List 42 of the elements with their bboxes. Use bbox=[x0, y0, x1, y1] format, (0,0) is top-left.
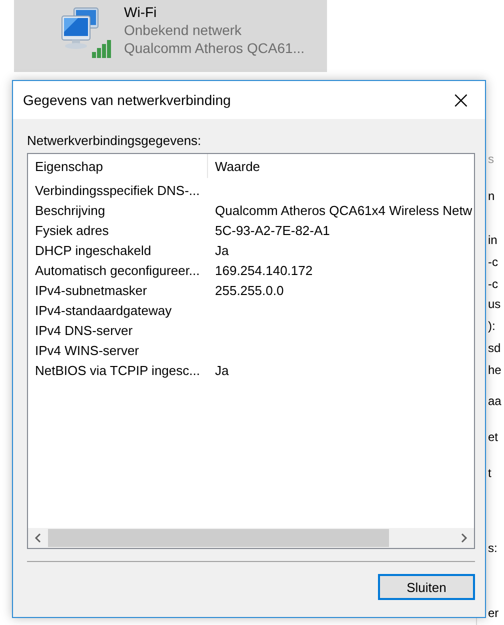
property-cell-text: Fysiek adres bbox=[34, 222, 110, 238]
window-text: in bbox=[487, 233, 498, 249]
value-cell-text: 169.254.140.172 bbox=[214, 262, 314, 278]
scrollbar-thumb[interactable] bbox=[48, 529, 390, 547]
window-text: he bbox=[487, 363, 502, 379]
window-text: t bbox=[487, 466, 492, 482]
window-text: s bbox=[487, 152, 495, 168]
window-text: ): bbox=[487, 319, 496, 335]
section-label: Netwerkverbindingsgegevens: bbox=[27, 133, 202, 148]
value-cell-text: 5C-93-A2-7E-82-A1 bbox=[214, 222, 331, 238]
window-text: sd bbox=[487, 341, 502, 357]
close-dialog-button[interactable]: Sluiten bbox=[378, 574, 475, 600]
close-button[interactable]: × bbox=[446, 88, 475, 112]
column-header[interactable]: Eigenschap bbox=[28, 154, 208, 178]
network-status: Onbekend netwerk bbox=[124, 22, 243, 38]
property-cell-text: Beschrijving bbox=[34, 202, 106, 218]
value-cell-text: Ja bbox=[214, 362, 230, 378]
property-cell-text: NetBIOS via TCPIP ingesc... bbox=[34, 362, 201, 378]
window-text: er bbox=[487, 606, 500, 622]
value-cell-text: 255.255.0.0 bbox=[214, 282, 285, 298]
property-cell-text: IPv4 WINS-server bbox=[34, 342, 140, 358]
value-cell-text: Ja bbox=[214, 242, 230, 258]
property-cell-text: IPv4-subnetmasker bbox=[34, 282, 148, 298]
property-cell-text: Verbindingsspecifiek DNS-... bbox=[34, 182, 201, 198]
network-tile[interactable]: Wi-Fi Onbekend netwerk Qualcomm Atheros QCA61... bbox=[14, 0, 327, 72]
window-text: s: bbox=[487, 541, 498, 557]
property-cell-text: IPv4-standaardgateway bbox=[34, 302, 173, 318]
property-cell-text: IPv4 DNS-server bbox=[34, 322, 134, 338]
window-text: us bbox=[487, 297, 502, 313]
property-cell-text: DHCP ingeschakeld bbox=[34, 242, 152, 258]
property-cell-text: Automatisch geconfigureer... bbox=[34, 262, 201, 278]
window-text: et bbox=[487, 430, 500, 446]
window-text: -c bbox=[487, 277, 499, 293]
value-cell-text: Qualcomm Atheros QCA61x4 Wireless Netw bbox=[214, 202, 474, 218]
horizontal-scrollbar[interactable] bbox=[28, 528, 474, 548]
window-text: n bbox=[487, 189, 496, 205]
window-text: -c bbox=[487, 255, 499, 271]
network-adapter: Qualcomm Atheros QCA61... bbox=[124, 40, 305, 56]
window-title: Gegevens van netwerkverbinding bbox=[23, 92, 231, 108]
column-header[interactable]: Waarde bbox=[208, 154, 474, 178]
window-text: aa bbox=[487, 394, 502, 410]
network-name: Wi-Fi bbox=[124, 4, 158, 20]
